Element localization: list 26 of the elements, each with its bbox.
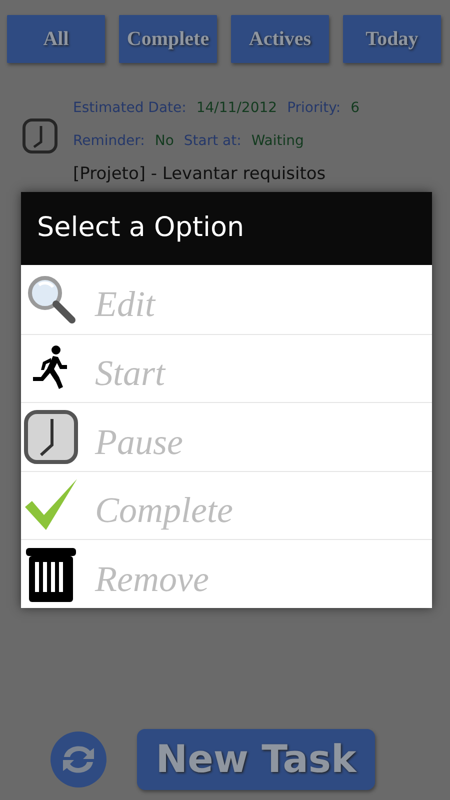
menu-option[interactable]: Complete: [21, 470, 432, 539]
task-title: [Projeto] - Levantar requisitos: [73, 164, 327, 184]
field-label: Start at:: [184, 132, 242, 151]
field-value: No: [154, 132, 174, 151]
field-label: Estimated Date:: [73, 99, 186, 118]
filter-tab[interactable]: Actives: [231, 15, 329, 63]
dialog-title: Select a Option: [37, 211, 244, 246]
menu-option[interactable]: Remove: [21, 539, 432, 608]
field-label: Priority:: [287, 99, 341, 118]
menu-option[interactable]: Start: [21, 334, 432, 402]
filter-tab[interactable]: Today: [343, 15, 441, 63]
field-value: Waiting: [251, 132, 304, 151]
field-value: 6: [350, 99, 360, 118]
filter-tab[interactable]: Complete: [119, 15, 217, 63]
menu-option[interactable]: Edit: [21, 265, 432, 334]
filter-tab[interactable]: All: [7, 15, 105, 63]
refresh-icon[interactable]: [50, 731, 107, 788]
magnifier-icon: [25, 273, 77, 326]
trash-icon: [25, 546, 77, 602]
clock-icon: [22, 118, 58, 154]
checkmark-icon: [24, 479, 78, 532]
clock-icon: [23, 408, 79, 465]
new-task-button[interactable]: New Task: [137, 729, 375, 790]
field-label: Reminder:: [73, 132, 145, 151]
field-value: 14/11/2012: [196, 99, 278, 118]
menu-option[interactable]: Pause: [21, 402, 432, 470]
